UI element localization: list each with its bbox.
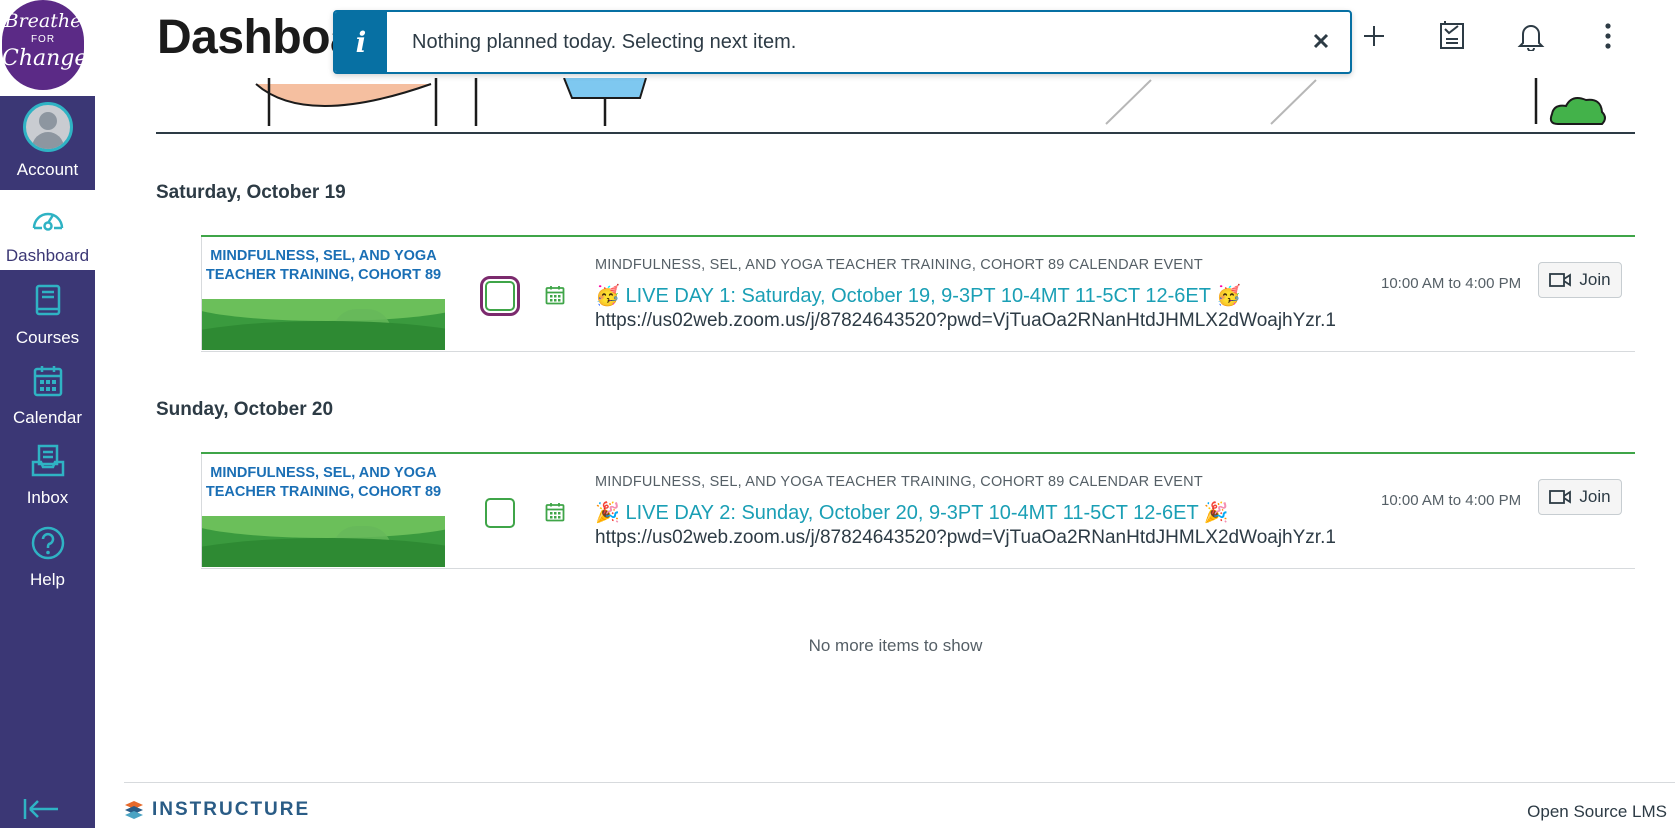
calendar-event-icon: [545, 503, 565, 522]
planner-item: MINDFULNESS, SEL, AND YOGA TEACHER TRAIN…: [201, 452, 1635, 569]
calendar-icon: [33, 366, 62, 397]
close-icon: [1313, 33, 1329, 49]
video-camera-icon: [1549, 273, 1572, 287]
toast-message: Nothing planned today. Selecting next it…: [412, 31, 797, 53]
kebab-menu-icon: [1605, 23, 1611, 49]
instructure-logo-icon: [125, 801, 143, 819]
nav-item-inbox[interactable]: Inbox: [0, 432, 95, 512]
join-button[interactable]: Join: [1538, 479, 1622, 515]
event-time: 10:00 AM to 4:00 PM: [1381, 492, 1522, 509]
info-icon: i: [335, 12, 387, 72]
global-navigation: Breathe FOR Change Account Dashboard Cou…: [0, 0, 95, 828]
gradebook-check-icon: [1440, 21, 1464, 49]
info-toast: i Nothing planned today. Selecting next …: [333, 10, 1352, 74]
join-button[interactable]: Join: [1538, 262, 1622, 298]
course-image-title: MINDFULNESS, SEL, AND YOGA TEACHER TRAIN…: [202, 454, 445, 516]
collapse-nav-icon[interactable]: [22, 797, 62, 821]
nav-item-label: Calendar: [13, 408, 82, 427]
nav-item-label: Dashboard: [5, 246, 90, 265]
event-time: 10:00 AM to 4:00 PM: [1381, 275, 1522, 292]
nav-item-label: Account: [16, 160, 79, 179]
inbox-icon: [31, 444, 64, 477]
brand-logo[interactable]: Breathe FOR Change: [0, 0, 95, 96]
day-heading: Saturday, October 19: [156, 182, 346, 203]
event-title-link[interactable]: 🥳 LIVE DAY 1: Saturday, October 19, 9-3P…: [595, 283, 1241, 308]
notifications-button[interactable]: [1513, 18, 1549, 54]
dashboard-gauge-icon: [32, 212, 63, 231]
course-image[interactable]: MINDFULNESS, SEL, AND YOGA TEACHER TRAIN…: [201, 454, 445, 567]
course-image-title: MINDFULNESS, SEL, AND YOGA TEACHER TRAIN…: [202, 237, 445, 299]
nav-item-dashboard[interactable]: Dashboard: [0, 190, 95, 270]
header-illustration: [255, 78, 1606, 126]
more-options-button[interactable]: [1590, 18, 1626, 54]
add-to-do-button[interactable]: [1356, 18, 1392, 54]
footer-divider: [124, 782, 1675, 783]
instructure-wordmark: INSTRUCTURE: [152, 799, 311, 820]
event-title-link[interactable]: 🎉 LIVE DAY 2: Sunday, October 20, 9-3PT …: [595, 500, 1229, 525]
event-type-label: MINDFULNESS, SEL, AND YOGA TEACHER TRAIN…: [595, 474, 1203, 490]
calendar-event-icon: [545, 286, 565, 305]
event-url: https://us02web.zoom.us/j/87824643520?pw…: [595, 527, 1336, 548]
show-my-grades-button[interactable]: [1434, 18, 1470, 54]
nav-item-label: Help: [30, 570, 65, 589]
plus-icon: [1364, 26, 1384, 46]
header-divider: [156, 132, 1635, 134]
planner-item: MINDFULNESS, SEL, AND YOGA TEACHER TRAIN…: [201, 235, 1635, 352]
open-source-lms-link[interactable]: Open Source LMS: [1527, 802, 1667, 822]
close-toast-button[interactable]: [1306, 26, 1336, 56]
help-question-icon: [31, 526, 64, 560]
no-more-items-message: No more items to show: [808, 636, 983, 655]
event-type-label: MINDFULNESS, SEL, AND YOGA TEACHER TRAIN…: [595, 257, 1203, 273]
brand-logo-badge: Breathe FOR Change: [2, 0, 87, 90]
instructure-logo[interactable]: INSTRUCTURE: [124, 799, 310, 821]
join-button-label: Join: [1579, 270, 1611, 289]
video-camera-icon: [1549, 490, 1572, 504]
nav-item-account[interactable]: Account: [0, 98, 95, 190]
courses-book-icon: [35, 284, 60, 316]
day-heading: Sunday, October 20: [156, 399, 334, 420]
nav-item-courses[interactable]: Courses: [0, 272, 95, 352]
event-url: https://us02web.zoom.us/j/87824643520?pw…: [595, 310, 1336, 331]
course-image[interactable]: MINDFULNESS, SEL, AND YOGA TEACHER TRAIN…: [201, 237, 445, 350]
join-button-label: Join: [1579, 487, 1611, 506]
nav-item-calendar[interactable]: Calendar: [0, 352, 95, 432]
nav-item-label: Inbox: [26, 488, 69, 507]
nav-item-help[interactable]: Help: [0, 514, 95, 594]
avatar: [22, 102, 73, 152]
bell-icon: [1517, 25, 1545, 51]
nav-item-label: Courses: [15, 328, 80, 347]
mark-complete-checkbox[interactable]: [480, 276, 520, 316]
mark-complete-checkbox[interactable]: [485, 498, 515, 528]
